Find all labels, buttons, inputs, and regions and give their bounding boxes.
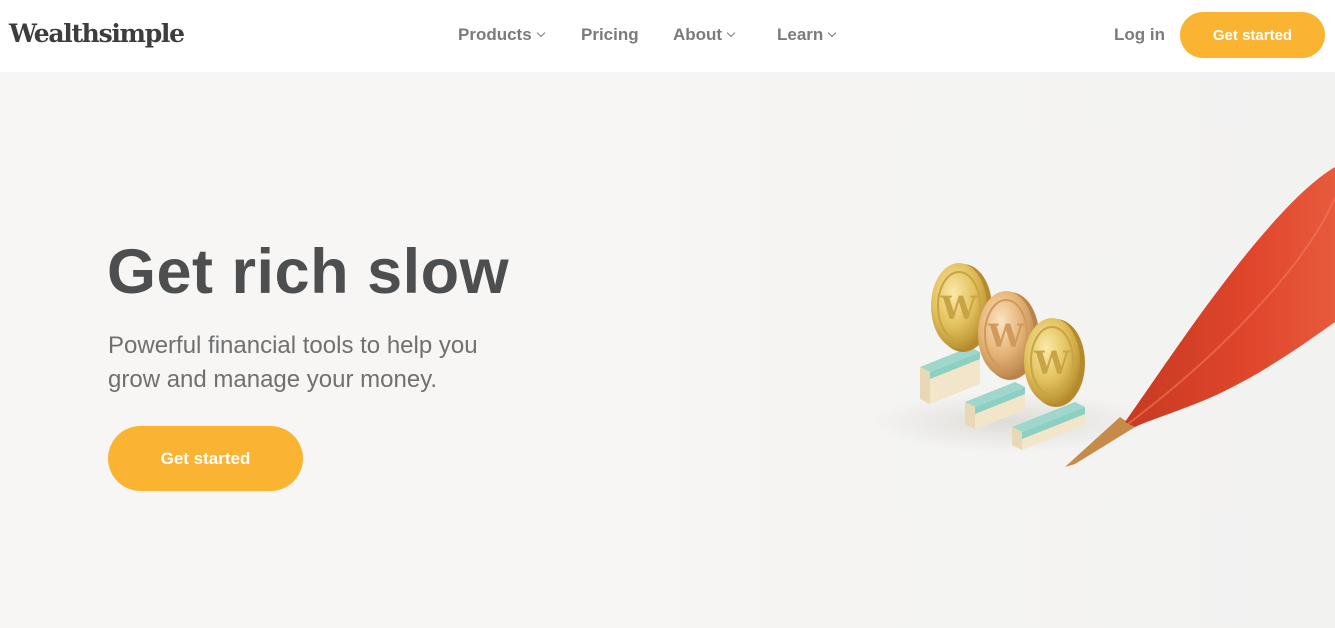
hero-title: Get rich slow [107, 237, 510, 307]
chevron-down-icon [828, 28, 837, 38]
header-get-started-button[interactable]: Get started [1180, 12, 1325, 58]
hero-subtitle: Powerful financial tools to help you gro… [108, 332, 478, 393]
svg-text:W: W [940, 289, 978, 327]
login-link[interactable]: Log in [1114, 25, 1165, 45]
nav-about[interactable]: About [673, 25, 736, 45]
nav-about-label: About [673, 25, 723, 44]
svg-text:W: W [1033, 344, 1071, 382]
nav-learn-label: Learn [777, 25, 824, 44]
hero-get-started-button[interactable]: Get started [108, 426, 303, 491]
chevron-down-icon [536, 28, 545, 38]
chevron-down-icon [726, 28, 736, 38]
nav-pricing-label: Pricing [581, 25, 639, 44]
wealthsimple-logo[interactable]: Wealthsimple [9, 19, 185, 48]
nav-products[interactable]: Products [458, 25, 545, 45]
coins-ribbon-illustration: W W W [870, 167, 1335, 467]
nav-pricing[interactable]: Pricing [581, 25, 639, 45]
nav-learn[interactable]: Learn [777, 25, 837, 45]
nav-products-label: Products [458, 25, 532, 44]
svg-text:W: W [987, 317, 1025, 355]
hero-illustration: W W W [680, 72, 1335, 628]
top-nav-bar: Wealthsimple Products Pricing About Lear… [0, 0, 1335, 72]
